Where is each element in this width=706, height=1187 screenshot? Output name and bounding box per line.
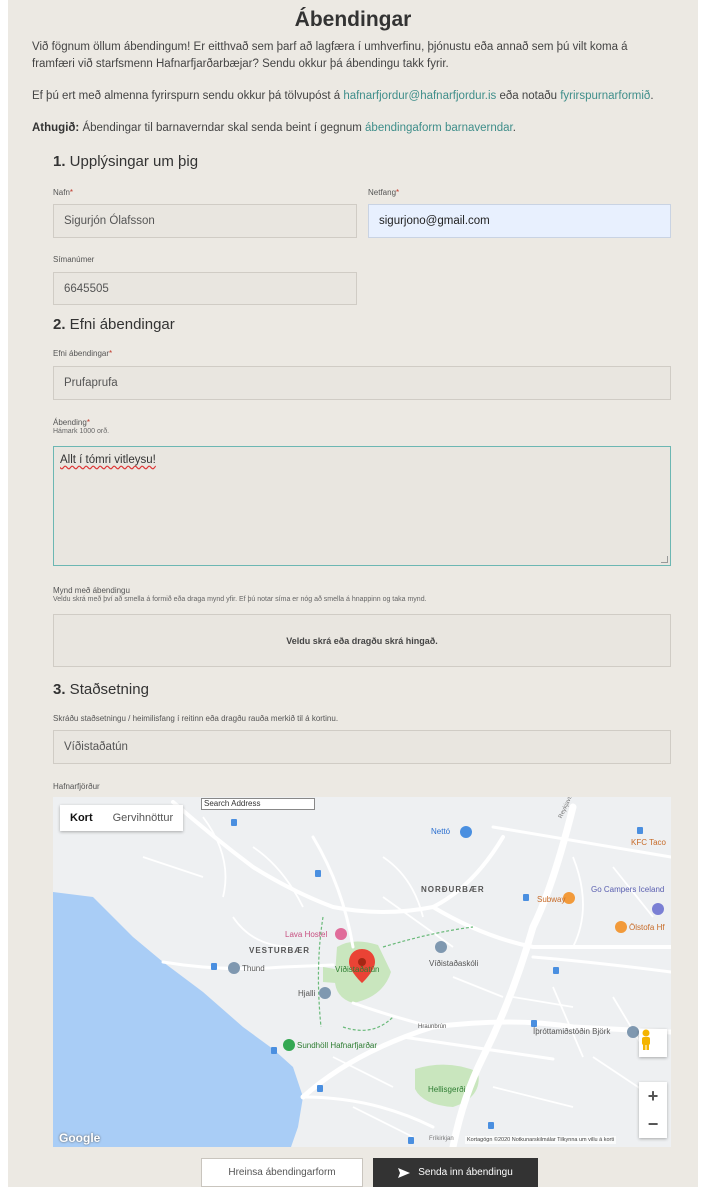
- email-field[interactable]: sigurjono@gmail.com: [368, 204, 671, 238]
- page-title: Ábendingar: [294, 8, 412, 31]
- name-label: Nafn*: [53, 188, 74, 197]
- map-label-nordurbaer: NORÐURBÆR: [421, 885, 485, 894]
- zoom-control: + −: [639, 1082, 667, 1138]
- map-label-kfc: KFC Taco: [631, 838, 666, 847]
- inquiry-form-link[interactable]: fyrirspurnarformið: [560, 90, 650, 102]
- name-field[interactable]: Sigurjón Ólafsson: [53, 204, 357, 238]
- location-field[interactable]: Víðistaðatún: [53, 730, 671, 764]
- email-link[interactable]: hafnarfjordur@hafnarfjordur.is: [343, 90, 496, 102]
- send-icon: [398, 1167, 411, 1178]
- street-view-pegman-icon[interactable]: [639, 1029, 667, 1057]
- intro-contact: Ef þú ert með almenna fyrirspurn sendu o…: [32, 90, 654, 102]
- message-label: Ábending* Hámark 1000 orð.: [53, 418, 110, 435]
- message-textarea[interactable]: Allt í tómri vitleysu!: [53, 446, 671, 566]
- map-label-hraunbrun: Hraunbrún: [418, 1024, 447, 1030]
- section-personal-info-title: 1. Upplýsingar um þig: [53, 153, 199, 170]
- map-label-olstofa: Ölstofa Hf: [629, 923, 665, 932]
- image-label: Mynd með ábendingu Veldu skrá með því að …: [53, 586, 427, 603]
- map-label-thund: Thund: [242, 964, 265, 973]
- map-label-go-campers: Go Campers Iceland: [591, 885, 665, 894]
- section-location-title: 3. Staðsetning: [53, 681, 149, 698]
- go-campers-marker-icon: [652, 903, 664, 915]
- map-label-lava-hostel: Lava Hostel: [285, 930, 328, 939]
- school-marker-icon: [435, 941, 447, 953]
- thund-marker-icon: [228, 962, 240, 974]
- map-search-input[interactable]: Search Address: [201, 798, 315, 810]
- image-dropzone[interactable]: Veldu skrá eða dragðu skrá hingað.: [53, 614, 671, 667]
- send-feedback-button[interactable]: Senda inn ábendingu: [373, 1158, 538, 1187]
- intro-text: Við fögnum öllum ábendingum! Er eitthvað…: [32, 41, 628, 70]
- map-label-vidistadaskoli: Víðistaðaskóli: [429, 959, 479, 968]
- sports-center-marker-icon: [627, 1026, 639, 1038]
- message-hint: Hámark 1000 orð.: [53, 428, 110, 435]
- location-label: Skráðu staðsetningu / heimilisfang í rei…: [53, 714, 339, 723]
- map-label-vesturbaer: VESTURBÆR: [249, 946, 311, 955]
- zoom-in-button[interactable]: +: [639, 1082, 667, 1110]
- clear-form-button[interactable]: Hreinsa ábendingarform: [201, 1158, 363, 1187]
- child-protection-link[interactable]: ábendingaform barnaverndar: [365, 122, 513, 134]
- phone-label: Símanúmer: [53, 255, 95, 264]
- sundholl-marker-icon: [283, 1039, 295, 1051]
- map-label-hellisgerdi: Hellisgerði: [428, 1085, 466, 1094]
- town-label: Hafnarfjörður: [53, 782, 100, 791]
- hjalli-marker-icon: [319, 987, 331, 999]
- resize-handle[interactable]: [661, 556, 668, 563]
- image-hint: Veldu skrá með því að smella á formið eð…: [53, 596, 427, 603]
- map-label-netto: Nettó: [431, 827, 451, 836]
- map-label-hjalli: Hjalli: [298, 989, 316, 998]
- email-label: Netfang*: [368, 188, 400, 197]
- map-type-control: Kort Gervihnöttur: [60, 805, 184, 831]
- map-label-vidistadatun: Víðistaðatún: [335, 965, 380, 974]
- google-logo: Google: [59, 1131, 101, 1145]
- map-tab-kort[interactable]: Kort: [60, 805, 103, 831]
- map-label-sundholl: Sundhöll Hafnarfjarðar: [297, 1041, 378, 1050]
- map-attribution[interactable]: Kortagögn ©2020 Notkunarskilmálar Tilkyn…: [465, 1136, 617, 1144]
- olstofa-marker-icon: [615, 921, 627, 933]
- subject-label: Efni ábendingar*: [53, 349, 113, 358]
- feedback-form-page: Ábendingar Við fögnum öllum ábendingum! …: [8, 0, 698, 1187]
- message-text: Allt í tómri vitleysu!: [60, 454, 156, 466]
- lava-hostel-marker-icon: [335, 928, 347, 940]
- map-label-sports-center: Íþróttamiðstöðin Björk: [533, 1027, 611, 1036]
- section-subject-title: 2. Efni ábendingar: [53, 316, 175, 333]
- netto-marker-icon: [460, 826, 472, 838]
- subject-field[interactable]: Prufaprufa: [53, 366, 671, 400]
- zoom-out-button[interactable]: −: [639, 1110, 667, 1138]
- phone-field[interactable]: 6645505: [53, 272, 357, 305]
- map-tab-satellite[interactable]: Gervihnöttur: [103, 805, 184, 831]
- child-protection-note: Athugið: Ábendingar til barnaverndar ska…: [32, 122, 516, 134]
- map-label-subway: Subway: [537, 895, 566, 904]
- map-label-frikirkjan: Fríkirkjan: [429, 1136, 454, 1142]
- map[interactable]: Kort Gervihnöttur Search Address Nettó K…: [53, 797, 671, 1147]
